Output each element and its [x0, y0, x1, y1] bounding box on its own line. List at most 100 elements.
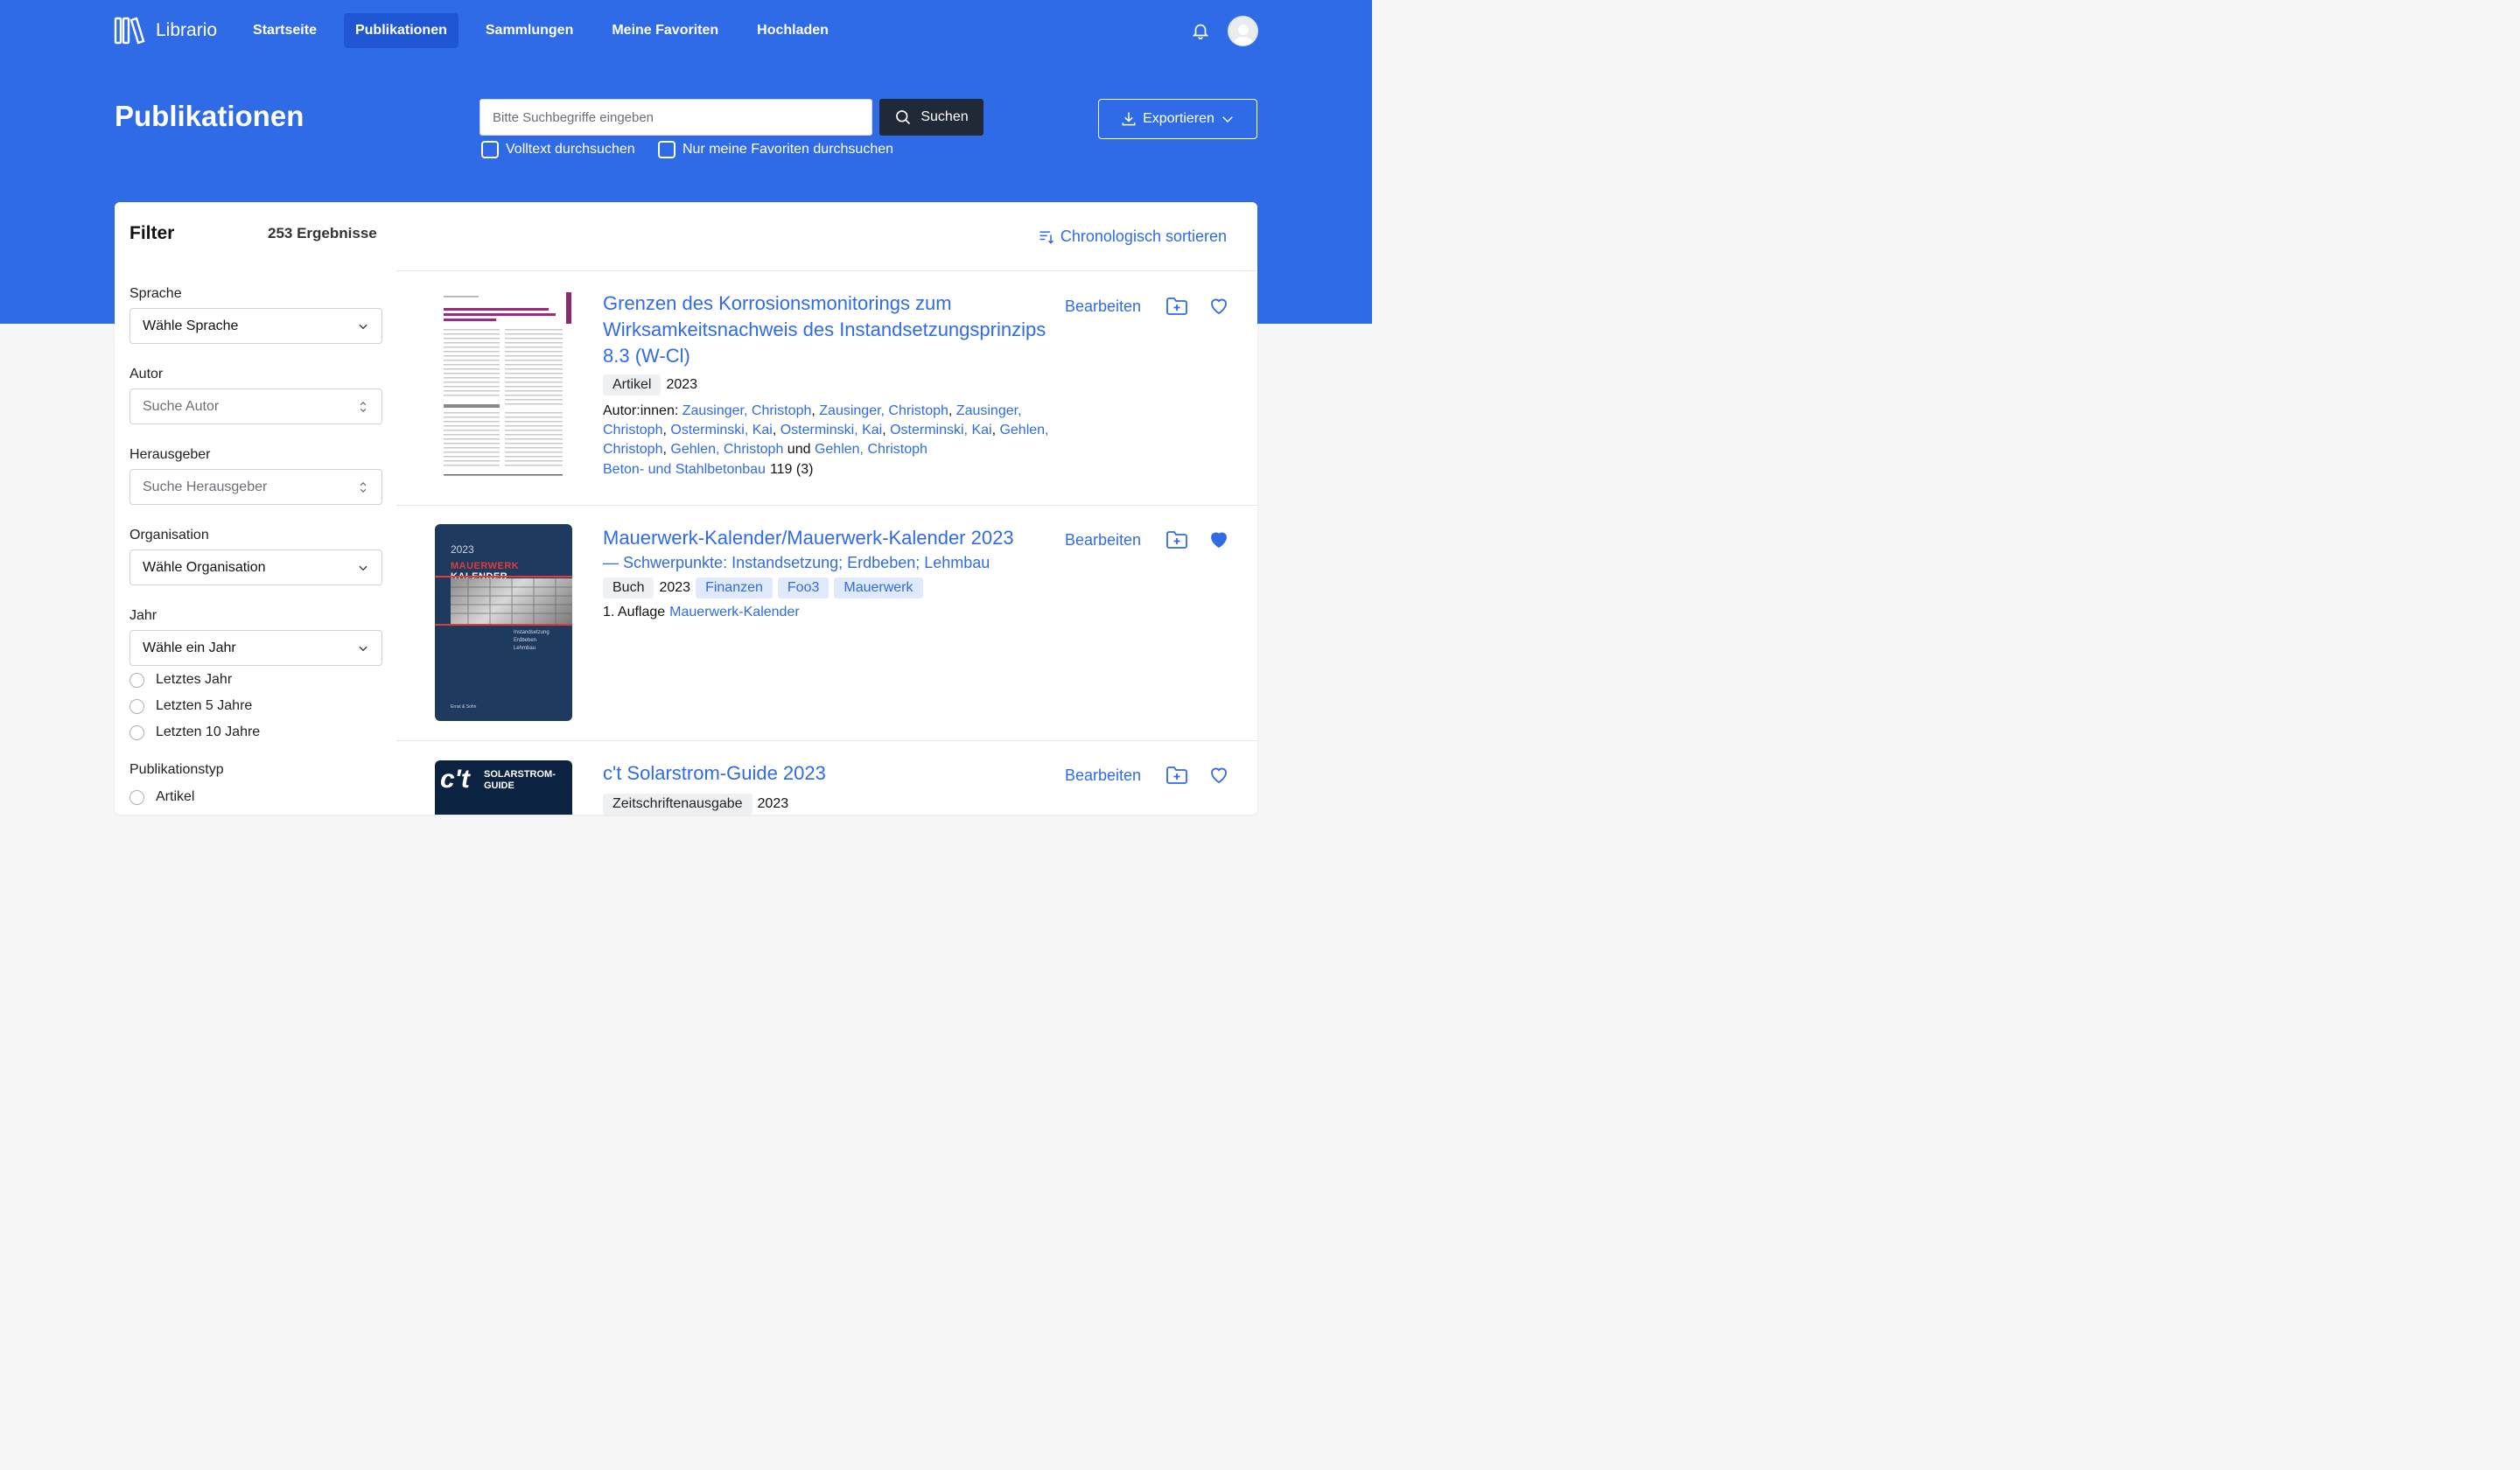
journal-line: Beton- und Stahlbetonbau 119 (3) [603, 462, 813, 478]
result-count: 253 Ergebnisse [268, 225, 377, 242]
document-thumbnail[interactable] [435, 289, 572, 481]
result-item: Grenzen des Korrosionsmonitorings zum Wi… [396, 271, 1257, 506]
year-text: 2023 [659, 580, 691, 595]
year-text: 2023 [666, 377, 698, 392]
year-radio-5[interactable]: Letzten 5 Jahre [130, 693, 382, 719]
result-title-link[interactable]: c't Solarstrom-Guide 2023 [603, 760, 1049, 787]
checkbox-box[interactable] [658, 141, 676, 158]
nav-favoriten[interactable]: Meine Favoriten [600, 13, 730, 48]
logo-text: Librario [156, 20, 218, 40]
author-link[interactable]: Osterminski, Kai [780, 423, 882, 438]
download-icon [1122, 112, 1136, 126]
edit-button[interactable]: Bearbeiten [1065, 298, 1141, 316]
radio-circle[interactable] [130, 672, 144, 688]
result-meta: Artikel 2023 [603, 374, 703, 396]
sort-icon [1040, 230, 1054, 244]
chevron-down-icon [359, 324, 368, 329]
type-badge: Artikel [603, 374, 662, 396]
publisher-combobox[interactable]: Suche Herausgeber [130, 469, 382, 505]
cover-photo [451, 578, 572, 624]
results-card: Filter 253 Ergebnisse Chronologisch sort… [115, 202, 1257, 815]
year-text: 2023 [757, 796, 789, 811]
sort-button[interactable]: Chronologisch sortieren [1038, 228, 1227, 246]
edition-line: 1. Auflage Mauerwerk-Kalender [603, 605, 800, 620]
radio-circle[interactable] [130, 789, 144, 805]
organisation-select[interactable]: Wähle Organisation [130, 550, 382, 585]
result-actions: Bearbeiten [1065, 765, 1230, 786]
page-title: Publikationen [115, 100, 304, 132]
chevron-down-icon [359, 646, 368, 651]
result-actions: Bearbeiten [1065, 529, 1230, 550]
radio-circle[interactable] [130, 724, 144, 740]
language-select[interactable]: Wähle Sprache [130, 308, 382, 344]
filter-year-label: Jahr [130, 608, 158, 623]
fulltext-checkbox[interactable]: Volltext durchsuchen [481, 141, 635, 158]
add-to-collection-icon[interactable] [1166, 529, 1188, 550]
result-item: c't SOLARSTROM- GUIDE c't Solarstrom-Gui… [396, 741, 1257, 815]
filter-language-label: Sprache [130, 286, 182, 301]
issue-text: 119 (3) [769, 462, 814, 477]
result-subtitle: — Schwerpunkte: Instandsetzung; Erdbeben… [603, 554, 990, 571]
export-button[interactable]: Exportieren [1098, 99, 1257, 139]
nav-startseite[interactable]: Startseite [242, 13, 328, 48]
author-link[interactable]: Zausinger, Christoph [819, 403, 948, 418]
journal-link[interactable]: Beton- und Stahlbetonbau [603, 462, 766, 478]
chevron-down-icon [359, 565, 368, 570]
author-link[interactable]: Osterminski, Kai [670, 423, 772, 438]
nav-publikationen[interactable]: Publikationen [343, 13, 458, 48]
search-icon [896, 110, 911, 125]
author-link[interactable]: Zausinger, Christoph [682, 403, 812, 418]
filter-publisher-label: Herausgeber [130, 447, 211, 462]
type-badge: Zeitschriftenausgabe [603, 794, 752, 815]
heart-outline-icon[interactable] [1208, 765, 1230, 786]
result-title-link[interactable]: Grenzen des Korrosionsmonitorings zum Wi… [603, 290, 1049, 369]
magazine-cover[interactable]: c't SOLARSTROM- GUIDE [435, 760, 572, 815]
add-to-collection-icon[interactable] [1166, 765, 1188, 786]
chevron-down-icon [1222, 116, 1233, 122]
avatar[interactable] [1228, 15, 1258, 46]
top-nav: Librario Startseite Publikationen Sammlu… [114, 12, 1258, 49]
tag-badge[interactable]: Finanzen [696, 578, 773, 598]
chevron-updown-icon [360, 401, 367, 412]
heart-outline-icon[interactable] [1208, 296, 1230, 317]
add-to-collection-icon[interactable] [1166, 296, 1188, 317]
filter-pubtype-label: Publikationstyp [130, 762, 224, 777]
book-cover[interactable]: 2023 MAUERWERK KALENDER Instandsetzung E… [435, 524, 572, 721]
library-logo-icon [114, 17, 145, 45]
edit-button[interactable]: Bearbeiten [1065, 531, 1141, 550]
pubtype-radio-artikel[interactable]: Artikel [130, 784, 382, 810]
chevron-updown-icon [360, 481, 367, 493]
year-select[interactable]: Wähle ein Jahr [130, 630, 382, 666]
author-link[interactable]: Gehlen, Christoph [670, 442, 783, 457]
radio-circle[interactable] [130, 698, 144, 714]
year-radio-last[interactable]: Letztes Jahr [130, 667, 382, 693]
filter-title: Filter [130, 223, 175, 243]
heart-filled-icon[interactable] [1208, 529, 1230, 550]
filter-author-label: Autor [130, 367, 164, 382]
nav-hochladen[interactable]: Hochladen [746, 13, 840, 48]
authors-line: Autor:innen: Zausinger, Christoph, Zausi… [603, 403, 1049, 457]
edit-button[interactable]: Bearbeiten [1065, 766, 1141, 785]
search-button[interactable]: Suchen [879, 99, 984, 136]
filter-sidebar: Sprache Wähle Sprache Autor Suche Autor … [130, 286, 382, 810]
tag-badge[interactable]: Foo3 [777, 578, 830, 598]
type-badge: Buch [603, 578, 654, 598]
result-meta: Buch 2023 Finanzen Foo3 Mauerwerk [603, 578, 928, 598]
filter-organisation-label: Organisation [130, 528, 209, 542]
result-title-link[interactable]: Mauerwerk-Kalender/Mauerwerk-Kalender 20… [603, 525, 1049, 575]
series-link[interactable]: Mauerwerk-Kalender [669, 605, 800, 620]
author-combobox[interactable]: Suche Autor [130, 388, 382, 424]
logo[interactable]: Librario [114, 17, 217, 45]
result-meta: Zeitschriftenausgabe 2023 [603, 794, 794, 815]
nav-sammlungen[interactable]: Sammlungen [474, 13, 584, 48]
author-link[interactable]: Osterminski, Kai [890, 423, 991, 438]
year-radio-10[interactable]: Letzten 10 Jahre [130, 719, 382, 746]
bell-icon[interactable] [1191, 20, 1210, 41]
result-item: 2023 MAUERWERK KALENDER Instandsetzung E… [396, 506, 1257, 741]
checkbox-box[interactable] [481, 141, 499, 158]
favorites-only-checkbox[interactable]: Nur meine Favoriten durchsuchen [658, 141, 893, 158]
tag-badge[interactable]: Mauerwerk [834, 578, 923, 598]
edition-text: 1. Auflage [603, 605, 666, 620]
search-input[interactable] [480, 99, 872, 136]
author-link[interactable]: Gehlen, Christoph [815, 442, 928, 457]
